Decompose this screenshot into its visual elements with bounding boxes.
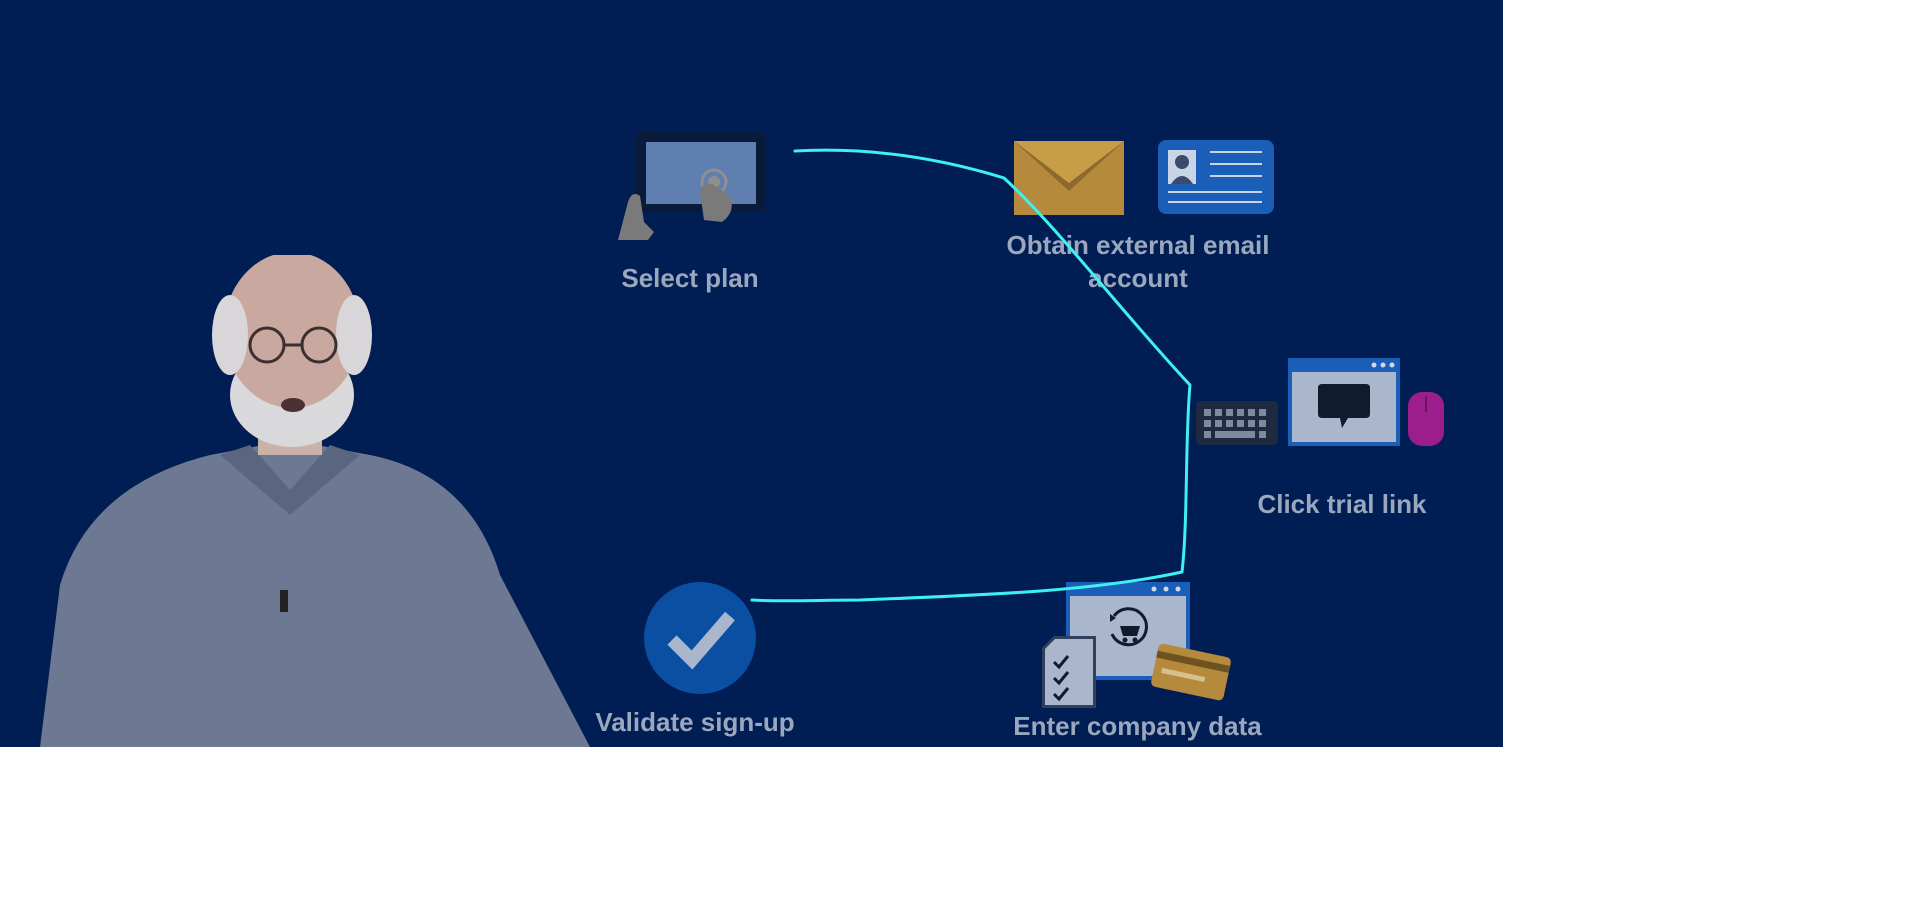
annotation-stroke — [750, 148, 1192, 603]
presentation-slide: Select plan Obtain external email accoun… — [0, 0, 1503, 747]
